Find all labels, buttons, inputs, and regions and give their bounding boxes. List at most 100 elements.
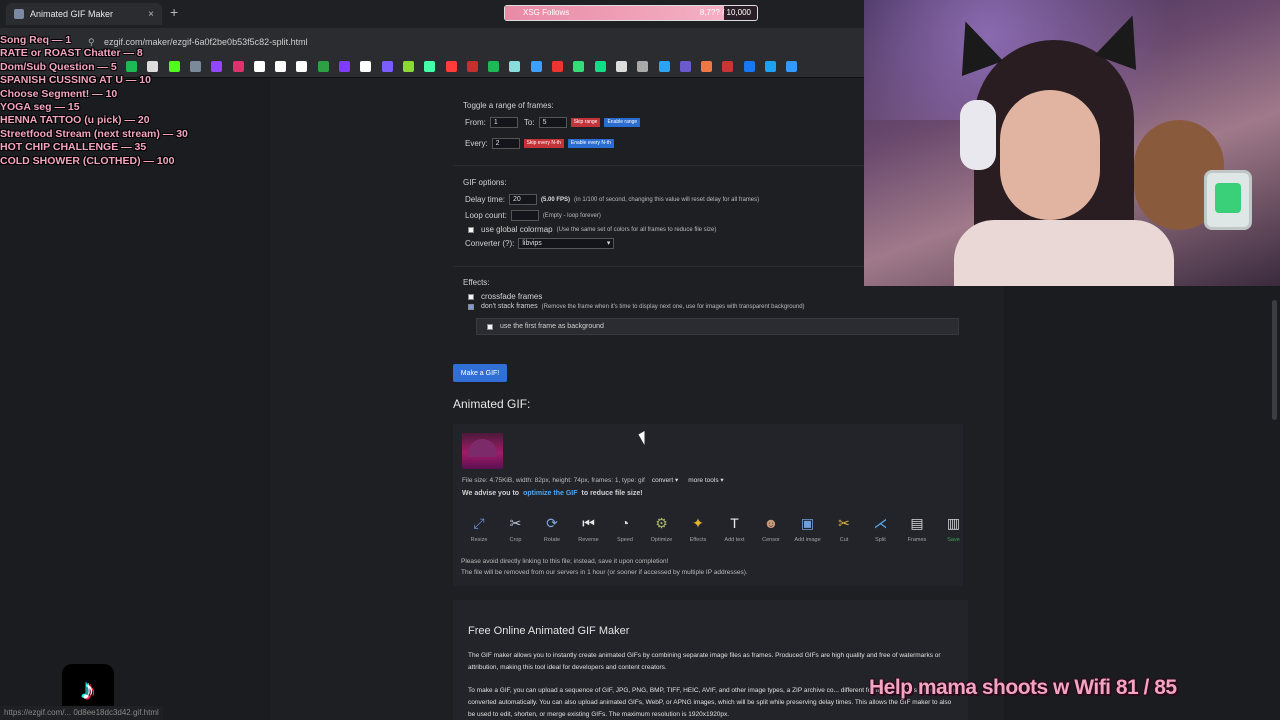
dont-stack-checkbox[interactable]: [468, 303, 474, 310]
tool-add-text[interactable]: T Add text: [718, 512, 752, 543]
bookmark-icon[interactable]: [275, 61, 287, 72]
bookmark-icon[interactable]: [679, 61, 691, 72]
bookmark-icon[interactable]: [765, 61, 776, 72]
tool-reverse[interactable]: ⏮ Reverse: [572, 512, 606, 544]
tab-bar: Animated GIF Maker × + XSG Follows 8,7??…: [0, 0, 864, 28]
headset-icon: [960, 100, 996, 170]
global-colormap-label: use global colormap: [481, 225, 553, 234]
gif-thumbnail[interactable]: [462, 433, 503, 469]
stream-menu-overlay: Song Req — 1 RATE or ROAST Chatter — 8 Dom…: [0, 34, 188, 168]
bookmark-icon[interactable]: [339, 61, 350, 72]
bookmark-icon[interactable]: [701, 61, 713, 72]
tool-frames[interactable]: ▤ Frames: [900, 512, 934, 544]
follow-goal-count: 8,7?? / 10,000: [700, 8, 751, 17]
frames-icon: ▤: [910, 514, 924, 531]
bookmark-icon[interactable]: [488, 61, 500, 72]
menu-item: HOT CHIP CHALLENGE — 35: [0, 141, 147, 154]
tool-effects[interactable]: ✦ Effects: [681, 512, 715, 544]
converter-label: Converter (?):: [465, 239, 515, 248]
converter-select[interactable]: libvips ▾: [518, 238, 615, 249]
bookmark-icon[interactable]: [296, 61, 308, 72]
advise-prefix: We advise you to: [462, 490, 520, 497]
menu-item: Song Req — 1: [0, 34, 72, 46]
bookmark-icon[interactable]: [253, 61, 265, 72]
bookmark-icon[interactable]: [360, 61, 372, 72]
bookmark-icon[interactable]: [402, 61, 414, 72]
bookmark-icon[interactable]: [445, 61, 457, 72]
animated-gif-heading: Animated GIF:: [453, 397, 531, 411]
skip-every-nth-button[interactable]: Skip every N-th: [523, 139, 564, 148]
dont-stack-note: (Remove the frame when it's time to disp…: [541, 303, 805, 310]
bookmark-icon[interactable]: [232, 61, 244, 72]
bookmark-icon[interactable]: [317, 61, 329, 72]
bookmark-icon[interactable]: [211, 61, 223, 72]
bookmark-icon[interactable]: [552, 61, 563, 72]
tab-animated-gif-maker[interactable]: Animated GIF Maker ×: [6, 3, 162, 25]
first-frame-bg-label: use the first frame as background: [500, 323, 604, 330]
bookmark-icon[interactable]: [424, 61, 436, 72]
skip-range-button[interactable]: Skip range: [570, 118, 601, 127]
to-input[interactable]: 5: [538, 117, 567, 128]
tool-label: Resize: [470, 537, 488, 543]
file-info: File size: 4.75KiB, width: 82px, height:…: [462, 476, 645, 484]
bookmark-icon[interactable]: [637, 61, 649, 72]
bookmark-icon[interactable]: [615, 61, 627, 72]
make-gif-button[interactable]: Make a GIF!: [453, 364, 507, 382]
tool-save[interactable]: ▥ Save: [937, 512, 971, 544]
tool-rotate[interactable]: ⟳ Rotate: [535, 512, 569, 544]
new-tab-button[interactable]: +: [170, 4, 178, 20]
bookmark-icon[interactable]: [466, 61, 478, 72]
tool-speed[interactable]: ◔ Speed: [608, 512, 642, 543]
gif-options-heading: GIF options:: [463, 178, 507, 187]
speed-icon: ◔: [620, 515, 630, 531]
tool-split[interactable]: ⋌ Split: [864, 512, 898, 544]
tab-close-icon[interactable]: ×: [148, 9, 154, 20]
tool-cut[interactable]: ✂ Cut: [827, 512, 861, 544]
every-input[interactable]: 2: [491, 138, 520, 149]
cut-icon: ✂: [838, 514, 850, 531]
crossfade-label: crossfade frames: [481, 292, 543, 301]
bookmark-icon[interactable]: [722, 61, 734, 72]
more-tools-dropdown[interactable]: more tools ▾: [688, 476, 723, 484]
reverse-icon: ⏮: [582, 514, 595, 531]
bookmark-icon[interactable]: [573, 61, 585, 72]
from-input[interactable]: 1: [489, 117, 518, 128]
tool-label: Effects: [689, 537, 707, 543]
tool-resize[interactable]: ⤢ Resize: [462, 512, 496, 544]
global-colormap-checkbox[interactable]: [468, 226, 474, 233]
enable-range-button[interactable]: Enable range: [604, 118, 641, 127]
bookmark-icon[interactable]: [381, 61, 393, 72]
tool-label: Split: [875, 537, 886, 543]
optimize-link[interactable]: optimize the GIF: [523, 490, 577, 497]
menu-item: Dom/Sub Question — 5: [0, 60, 117, 73]
tool-add-image[interactable]: ▣ Add image: [791, 512, 825, 544]
delay-input[interactable]: 20: [509, 194, 538, 205]
tool-label: Frames: [907, 537, 927, 543]
follow-goal-target: / 10,000: [722, 8, 751, 17]
loop-label: Loop count:: [465, 211, 507, 220]
bookmark-icon[interactable]: [509, 61, 521, 72]
first-frame-bg-checkbox[interactable]: [487, 323, 493, 330]
bookmark-icon[interactable]: [743, 61, 755, 72]
advise-suffix: to reduce file size!: [581, 490, 643, 497]
delay-label: Delay time:: [465, 195, 506, 204]
scrollbar-thumb[interactable]: [1272, 300, 1277, 420]
bookmark-icon[interactable]: [594, 61, 606, 72]
tool-optimize[interactable]: ⚙ Optimize: [645, 512, 679, 544]
loop-input[interactable]: [510, 210, 539, 221]
global-colormap-note: (Use the same set of colors for all fram…: [556, 226, 717, 233]
enable-every-nth-button[interactable]: Enable every N-th: [567, 139, 614, 148]
bookmark-icon[interactable]: [658, 61, 670, 72]
every-label: Every:: [465, 139, 488, 148]
tool-crop[interactable]: ✂ Crop: [499, 512, 533, 544]
page-scrollbar[interactable]: [1270, 286, 1280, 720]
tool-censor[interactable]: ☻ Censor: [754, 512, 788, 543]
menu-item: Choose Segment! — 10: [0, 87, 118, 100]
convert-dropdown[interactable]: convert ▾: [652, 476, 678, 484]
crossfade-checkbox[interactable]: [468, 293, 474, 300]
bookmark-icon[interactable]: [786, 61, 798, 72]
bookmark-icon[interactable]: [189, 61, 201, 72]
delay-note: (in 1/100 of second, changing this value…: [574, 196, 760, 203]
bookmark-icon[interactable]: [530, 61, 542, 72]
tool-label: Speed: [617, 537, 633, 543]
